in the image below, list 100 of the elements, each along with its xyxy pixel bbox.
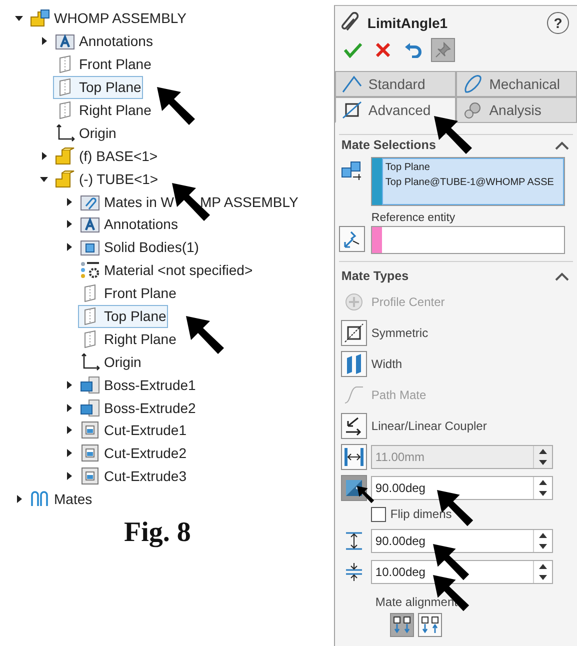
cam-icon [463,74,484,94]
number-field[interactable]: 90.00deg [372,530,533,552]
section-title: Mate Types [341,269,409,283]
tree-item[interactable]: Mates [28,488,94,511]
extrude-icon [80,376,100,394]
reference-entity-field[interactable] [371,226,565,254]
field-label: Mate alignment [375,595,458,609]
figure-caption: Fig. 8 [124,516,192,549]
tab[interactable]: Mechanical [456,71,577,97]
reference-entity-button[interactable] [339,226,366,252]
gears-icon [463,101,484,119]
tab[interactable]: Advanced [335,97,456,123]
plane-icon [84,330,96,348]
tree-item[interactable]: Material <not specified> [78,258,255,282]
mate-type-option[interactable]: Width [371,356,402,370]
spin-box[interactable]: 90.00deg [371,528,553,552]
selection-entry[interactable]: Top Plane@TUBE-1@WHOMP ASSE [385,177,561,188]
close-icon [376,43,390,57]
callout-arrow [157,87,197,127]
callout-arrow [434,116,474,156]
expand-caret-icon[interactable] [65,380,73,389]
callout-arrow [186,316,226,356]
collapse-chevron-icon[interactable] [555,140,569,150]
anti-aligned-icon [421,616,440,634]
spin-box[interactable]: 10.00deg [371,560,553,584]
plane-icon [59,55,71,74]
collapse-caret-icon[interactable] [15,14,23,22]
tree-item[interactable]: Right Plane [78,327,178,350]
spin-up-icon[interactable] [539,480,547,484]
mate-type-option[interactable]: Linear/Linear Coupler [371,418,487,432]
expand-caret-icon[interactable] [65,426,73,434]
spin-down-icon[interactable] [539,574,547,580]
angle-icon [342,75,362,93]
tree-item[interactable]: (f) BASE<1> [53,144,160,168]
alignment-button[interactable] [390,613,414,637]
mate-entities-icon [341,160,364,180]
tree-item[interactable]: Solid Bodies(1) [78,236,201,259]
tab[interactable]: Standard [335,71,456,97]
plane-icon [84,284,96,302]
spin-up-icon[interactable] [539,564,547,568]
tree-item[interactable]: WHOMP ASSEMBLY [28,6,189,30]
collapse-caret-icon[interactable] [40,174,48,183]
mate-type-option: Profile Center [371,294,445,308]
section-title: Mate Selections [341,138,436,152]
distance-icon [344,446,364,466]
tree-item[interactable]: Annotations [78,212,180,236]
tree-item[interactable]: (-) TUBE<1> [53,167,160,190]
tree-item[interactable]: Right Plane [53,98,154,122]
spin-down-icon[interactable] [539,460,547,464]
mate-type-button[interactable] [341,412,368,438]
tree-item[interactable]: Mates in W [78,190,176,214]
plane-icon [59,78,71,96]
selection-entry[interactable]: Top Plane [385,162,561,173]
expand-caret-icon[interactable] [65,449,73,458]
panel-title: LimitAngle1 [367,15,449,31]
plane-icon [84,307,96,326]
spin-up-icon[interactable] [539,448,547,454]
expand-caret-icon[interactable] [40,152,48,160]
tree-item[interactable]: Cut-Extrude3 [78,464,188,488]
tree-item[interactable]: Origin [53,121,118,144]
help-button[interactable]: ? [547,12,569,34]
extrude-icon [80,398,100,417]
collapse-chevron-icon[interactable] [555,272,569,280]
origin-icon [80,352,100,371]
aligned-icon [393,616,412,634]
toolbar-button[interactable] [431,38,456,62]
tree-item[interactable]: Cut-Extrude2 [78,442,188,465]
cut-extrude-icon [80,444,100,462]
selection-list[interactable]: Top Plane Top Plane@TUBE-1@WHOMP ASSE [371,157,565,206]
number-field[interactable]: 10.00deg [372,560,533,582]
spin-down-icon[interactable] [539,490,547,496]
tree-item[interactable]: Annotations [53,30,155,53]
tree-item[interactable]: Front Plane [78,282,178,305]
expand-caret-icon[interactable] [65,472,73,480]
expand-caret-icon[interactable] [40,37,48,46]
tree-item[interactable]: Front Plane [53,52,154,76]
minimum-icon [344,562,364,582]
part-icon [55,170,75,188]
expand-caret-icon[interactable] [65,243,73,252]
expand-caret-icon[interactable] [65,220,73,228]
mate-type-option[interactable]: Symmetric [371,326,428,340]
checkbox[interactable] [371,506,386,522]
mate-type-button[interactable] [341,320,368,346]
expand-caret-icon[interactable] [65,404,73,412]
alignment-button[interactable] [418,613,442,637]
paperclip-icon [30,490,50,508]
tree-item[interactable]: Origin [78,350,144,374]
tree-item[interactable]: Cut-Extrude1 [78,418,188,442]
tree-item[interactable]: Top Plane [78,304,168,328]
spin-up-icon[interactable] [539,532,547,538]
tree-item[interactable]: Boss-Extrude1 [78,373,198,396]
expand-caret-icon[interactable] [15,495,23,504]
expand-caret-icon[interactable] [65,198,73,206]
spin-box[interactable]: 90.00deg [371,476,553,500]
number-field[interactable]: 90.00deg [372,476,533,498]
path-curve-icon [344,384,364,404]
spin-down-icon[interactable] [539,544,547,548]
tree-item[interactable]: Top Plane [53,76,144,99]
tree-item[interactable]: Boss-Extrude2 [78,396,198,420]
tab[interactable]: Analysis [456,97,577,123]
